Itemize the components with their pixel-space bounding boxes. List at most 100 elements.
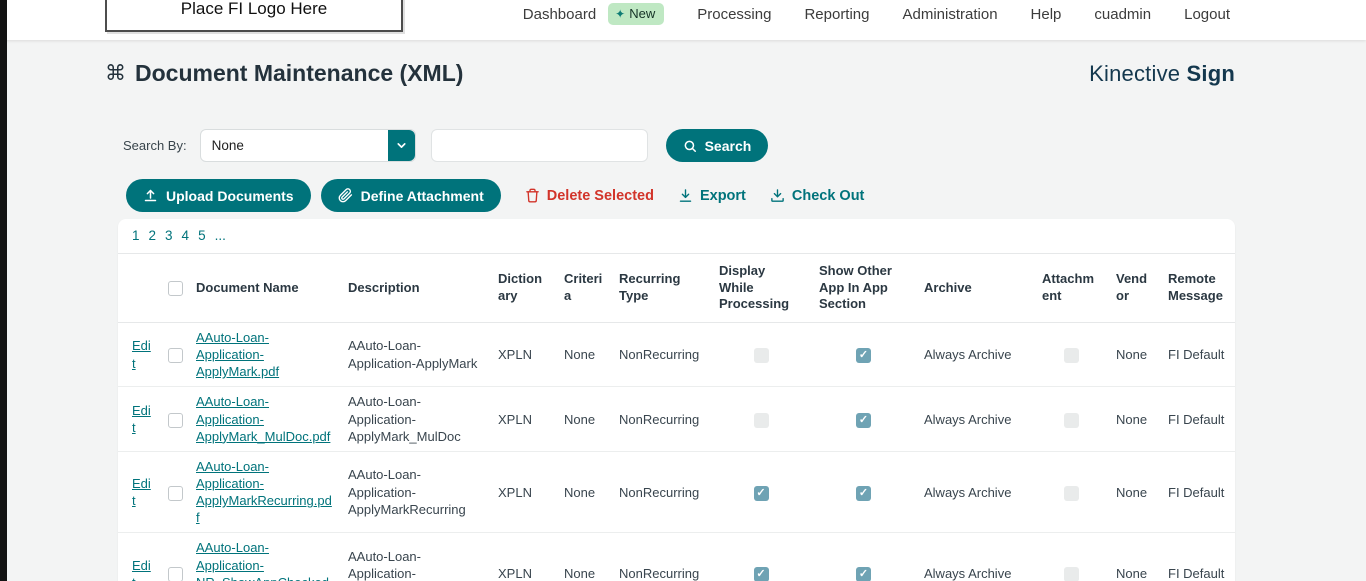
remote-message-cell: FI Default [1160, 387, 1235, 451]
table-row: Edit AAuto-Loan-Application-NR_ShowAppCh… [118, 533, 1235, 581]
show-other-app-checkbox[interactable] [856, 413, 871, 428]
display-while-processing-cell [711, 533, 811, 581]
row-checkbox[interactable] [168, 348, 183, 363]
display-while-processing-checkbox[interactable] [754, 413, 769, 428]
row-select-cell [160, 322, 188, 386]
define-attachment-button[interactable]: Define Attachment [321, 179, 501, 212]
archive-cell: Always Archive [916, 451, 1034, 533]
nav-item-logout[interactable]: Logout [1184, 6, 1230, 23]
top-navbar: Place FI Logo Here Dashboard ✦ New Proce… [0, 0, 1366, 40]
page-title: ⌘ Document Maintenance (XML) [105, 60, 463, 87]
edit-link[interactable]: Edit [132, 403, 151, 435]
display-while-processing-checkbox[interactable] [754, 567, 769, 581]
download-icon [678, 188, 693, 203]
paperclip-icon [338, 188, 353, 203]
show-other-app-checkbox[interactable] [856, 486, 871, 501]
vendor-cell: None [1108, 387, 1160, 451]
attachment-cell [1034, 387, 1108, 451]
row-checkbox[interactable] [168, 567, 183, 581]
criteria-cell: None [556, 387, 611, 451]
select-all-checkbox[interactable] [168, 281, 183, 296]
criteria-cell: None [556, 533, 611, 581]
remote-message-cell: FI Default [1160, 451, 1235, 533]
col-description: Description [340, 254, 490, 323]
attachment-cell [1034, 322, 1108, 386]
page-link-1[interactable]: 1 [132, 228, 140, 243]
vendor-cell: None [1108, 533, 1160, 581]
archive-cell: Always Archive [916, 533, 1034, 581]
nav-item-dashboard[interactable]: Dashboard [523, 6, 596, 23]
recurring-type-cell: NonRecurring [611, 451, 711, 533]
display-while-processing-cell [711, 322, 811, 386]
documents-card: 1 2 3 4 5 ... Document Name Description … [118, 219, 1235, 581]
page-link-5[interactable]: 5 [198, 228, 206, 243]
row-checkbox[interactable] [168, 413, 183, 428]
page-link-3[interactable]: 3 [165, 228, 173, 243]
nav-item-help[interactable]: Help [1031, 6, 1062, 23]
attachment-cell [1034, 451, 1108, 533]
delete-selected-button[interactable]: Delete Selected [525, 188, 654, 204]
check-out-button[interactable]: Check Out [770, 188, 865, 204]
delete-selected-label: Delete Selected [547, 188, 654, 204]
check-out-icon [770, 188, 785, 203]
show-other-app-checkbox[interactable] [856, 567, 871, 581]
dictionary-cell: XPLN [490, 451, 556, 533]
document-name-link[interactable]: AAuto-Loan-Application-ApplyMark_MulDoc.… [196, 394, 330, 443]
search-by-dropdown[interactable]: None [200, 129, 416, 162]
attachment-checkbox[interactable] [1064, 567, 1079, 581]
display-while-processing-checkbox[interactable] [754, 348, 769, 363]
nav-item-reporting[interactable]: Reporting [804, 6, 869, 23]
show-other-app-cell [811, 533, 916, 581]
edit-link[interactable]: Edit [132, 338, 151, 370]
criteria-cell: None [556, 322, 611, 386]
page-link-2[interactable]: 2 [149, 228, 157, 243]
brand-suffix: Sign [1187, 61, 1235, 86]
document-name-link[interactable]: AAuto-Loan-Application-NR_ShowAppChecked… [196, 540, 329, 581]
document-name-link[interactable]: AAuto-Loan-Application-ApplyMark.pdf [196, 330, 279, 379]
dictionary-cell: XPLN [490, 322, 556, 386]
search-input[interactable] [431, 129, 648, 162]
search-by-label: Search By: [123, 138, 187, 153]
nav-item-cuadmin[interactable]: cuadmin [1094, 6, 1151, 23]
col-vendor: Vendor [1108, 254, 1160, 323]
page-link-4[interactable]: 4 [182, 228, 190, 243]
display-while-processing-cell [711, 451, 811, 533]
row-checkbox[interactable] [168, 486, 183, 501]
page-header: ⌘ Document Maintenance (XML) Kinective S… [0, 60, 1366, 87]
page-link-more[interactable]: ... [215, 228, 226, 243]
edit-link[interactable]: Edit [132, 476, 151, 508]
search-button[interactable]: Search [666, 129, 769, 162]
display-while-processing-checkbox[interactable] [754, 486, 769, 501]
upload-documents-label: Upload Documents [166, 188, 294, 204]
recurring-type-cell: NonRecurring [611, 533, 711, 581]
nav-item-processing[interactable]: Processing [697, 6, 771, 23]
upload-documents-button[interactable]: Upload Documents [126, 179, 311, 212]
vendor-cell: None [1108, 451, 1160, 533]
recurring-type-cell: NonRecurring [611, 322, 711, 386]
search-icon [683, 139, 697, 153]
table-row: Edit AAuto-Loan-Application-ApplyMark.pd… [118, 322, 1235, 386]
chevron-down-icon[interactable] [388, 130, 415, 161]
search-bar: Search By: None Search [123, 129, 1366, 162]
table-row: Edit AAuto-Loan-Application-ApplyMarkRec… [118, 451, 1235, 533]
attachment-checkbox[interactable] [1064, 413, 1079, 428]
archive-cell: Always Archive [916, 387, 1034, 451]
export-button[interactable]: Export [678, 188, 746, 204]
row-select-cell [160, 387, 188, 451]
nav-menu: Dashboard ✦ New Processing Reporting Adm… [523, 3, 1230, 25]
remote-message-cell: FI Default [1160, 322, 1235, 386]
show-other-app-checkbox[interactable] [856, 348, 871, 363]
fi-logo-text: Place FI Logo Here [181, 0, 327, 19]
brand-logo: Kinective Sign [1089, 61, 1235, 87]
attachment-checkbox[interactable] [1064, 486, 1079, 501]
attachment-checkbox[interactable] [1064, 348, 1079, 363]
edit-link[interactable]: Edit [132, 558, 151, 581]
nav-item-administration[interactable]: Administration [903, 6, 998, 23]
action-toolbar: Upload Documents Define Attachment Delet… [126, 179, 1366, 212]
document-name-link[interactable]: AAuto-Loan-Application-ApplyMarkRecurrin… [196, 459, 332, 525]
toolbar-pill-group: Upload Documents Define Attachment [126, 179, 501, 212]
document-name-cell: AAuto-Loan-Application-ApplyMarkRecurrin… [188, 451, 340, 533]
col-remote-message: Remote Message [1160, 254, 1235, 323]
col-criteria: Criteria [556, 254, 611, 323]
select-all-cell [160, 254, 188, 323]
